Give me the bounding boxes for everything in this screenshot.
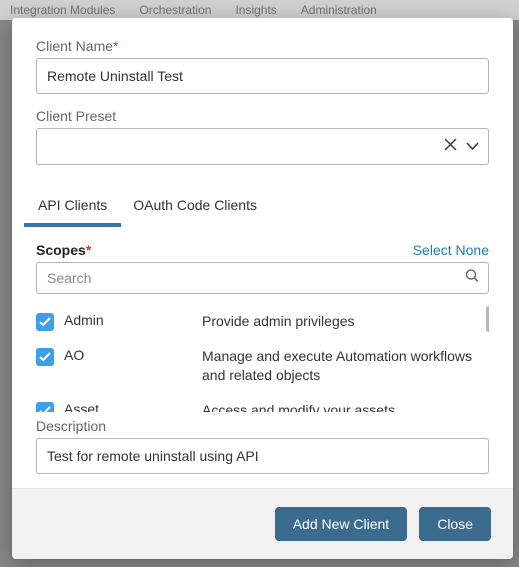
scope-checkbox-asset[interactable] bbox=[36, 402, 54, 412]
scrollbar-thumb[interactable] bbox=[486, 306, 489, 332]
add-new-client-button[interactable]: Add New Client bbox=[275, 507, 408, 541]
client-preset-field: Client Preset bbox=[36, 108, 489, 165]
nav-integration[interactable]: Integration Modules bbox=[10, 3, 115, 17]
tab-api-clients[interactable]: API Clients bbox=[36, 187, 109, 223]
nav-orchestration[interactable]: Orchestration bbox=[139, 3, 211, 17]
description-field: Description bbox=[36, 418, 489, 474]
add-client-modal: Client Name* Client Preset API Clients O… bbox=[12, 18, 513, 559]
close-button[interactable]: Close bbox=[419, 507, 491, 541]
modal-footer: Add New Client Close bbox=[12, 488, 513, 559]
scope-desc: Access and modify your assets bbox=[202, 401, 489, 412]
scope-name: Asset bbox=[64, 401, 192, 412]
scope-row-asset: Asset Access and modify your assets bbox=[36, 393, 489, 412]
search-icon bbox=[465, 269, 479, 288]
nav-administration[interactable]: Administration bbox=[301, 3, 377, 17]
nav-insights[interactable]: Insights bbox=[235, 3, 276, 17]
select-none-link[interactable]: Select None bbox=[413, 242, 489, 258]
client-name-label: Client Name* bbox=[36, 38, 489, 54]
client-preset-label: Client Preset bbox=[36, 108, 489, 124]
client-type-tabs: API Clients OAuth Code Clients bbox=[36, 187, 489, 224]
scope-checkbox-ao[interactable] bbox=[36, 348, 54, 366]
tab-oauth-clients[interactable]: OAuth Code Clients bbox=[131, 187, 259, 223]
scope-row-admin: Admin Provide admin privileges bbox=[36, 304, 489, 339]
scope-name: AO bbox=[64, 347, 192, 363]
client-name-input[interactable] bbox=[36, 58, 489, 94]
scope-desc: Manage and execute Automation workflows … bbox=[202, 347, 489, 385]
clear-icon[interactable] bbox=[444, 138, 457, 156]
scope-list: Admin Provide admin privileges AO Manage… bbox=[36, 304, 489, 412]
scope-search-input[interactable] bbox=[36, 262, 489, 294]
top-nav: Integration Modules Orchestration Insigh… bbox=[0, 0, 519, 20]
description-label: Description bbox=[36, 418, 489, 434]
description-input[interactable] bbox=[36, 438, 489, 474]
scopes-label: Scopes* bbox=[36, 242, 91, 258]
scope-row-ao: AO Manage and execute Automation workflo… bbox=[36, 339, 489, 393]
client-name-field: Client Name* bbox=[36, 38, 489, 94]
scope-checkbox-admin[interactable] bbox=[36, 313, 54, 331]
scope-name: Admin bbox=[64, 312, 192, 328]
scope-desc: Provide admin privileges bbox=[202, 312, 489, 331]
client-preset-select[interactable] bbox=[36, 128, 489, 165]
